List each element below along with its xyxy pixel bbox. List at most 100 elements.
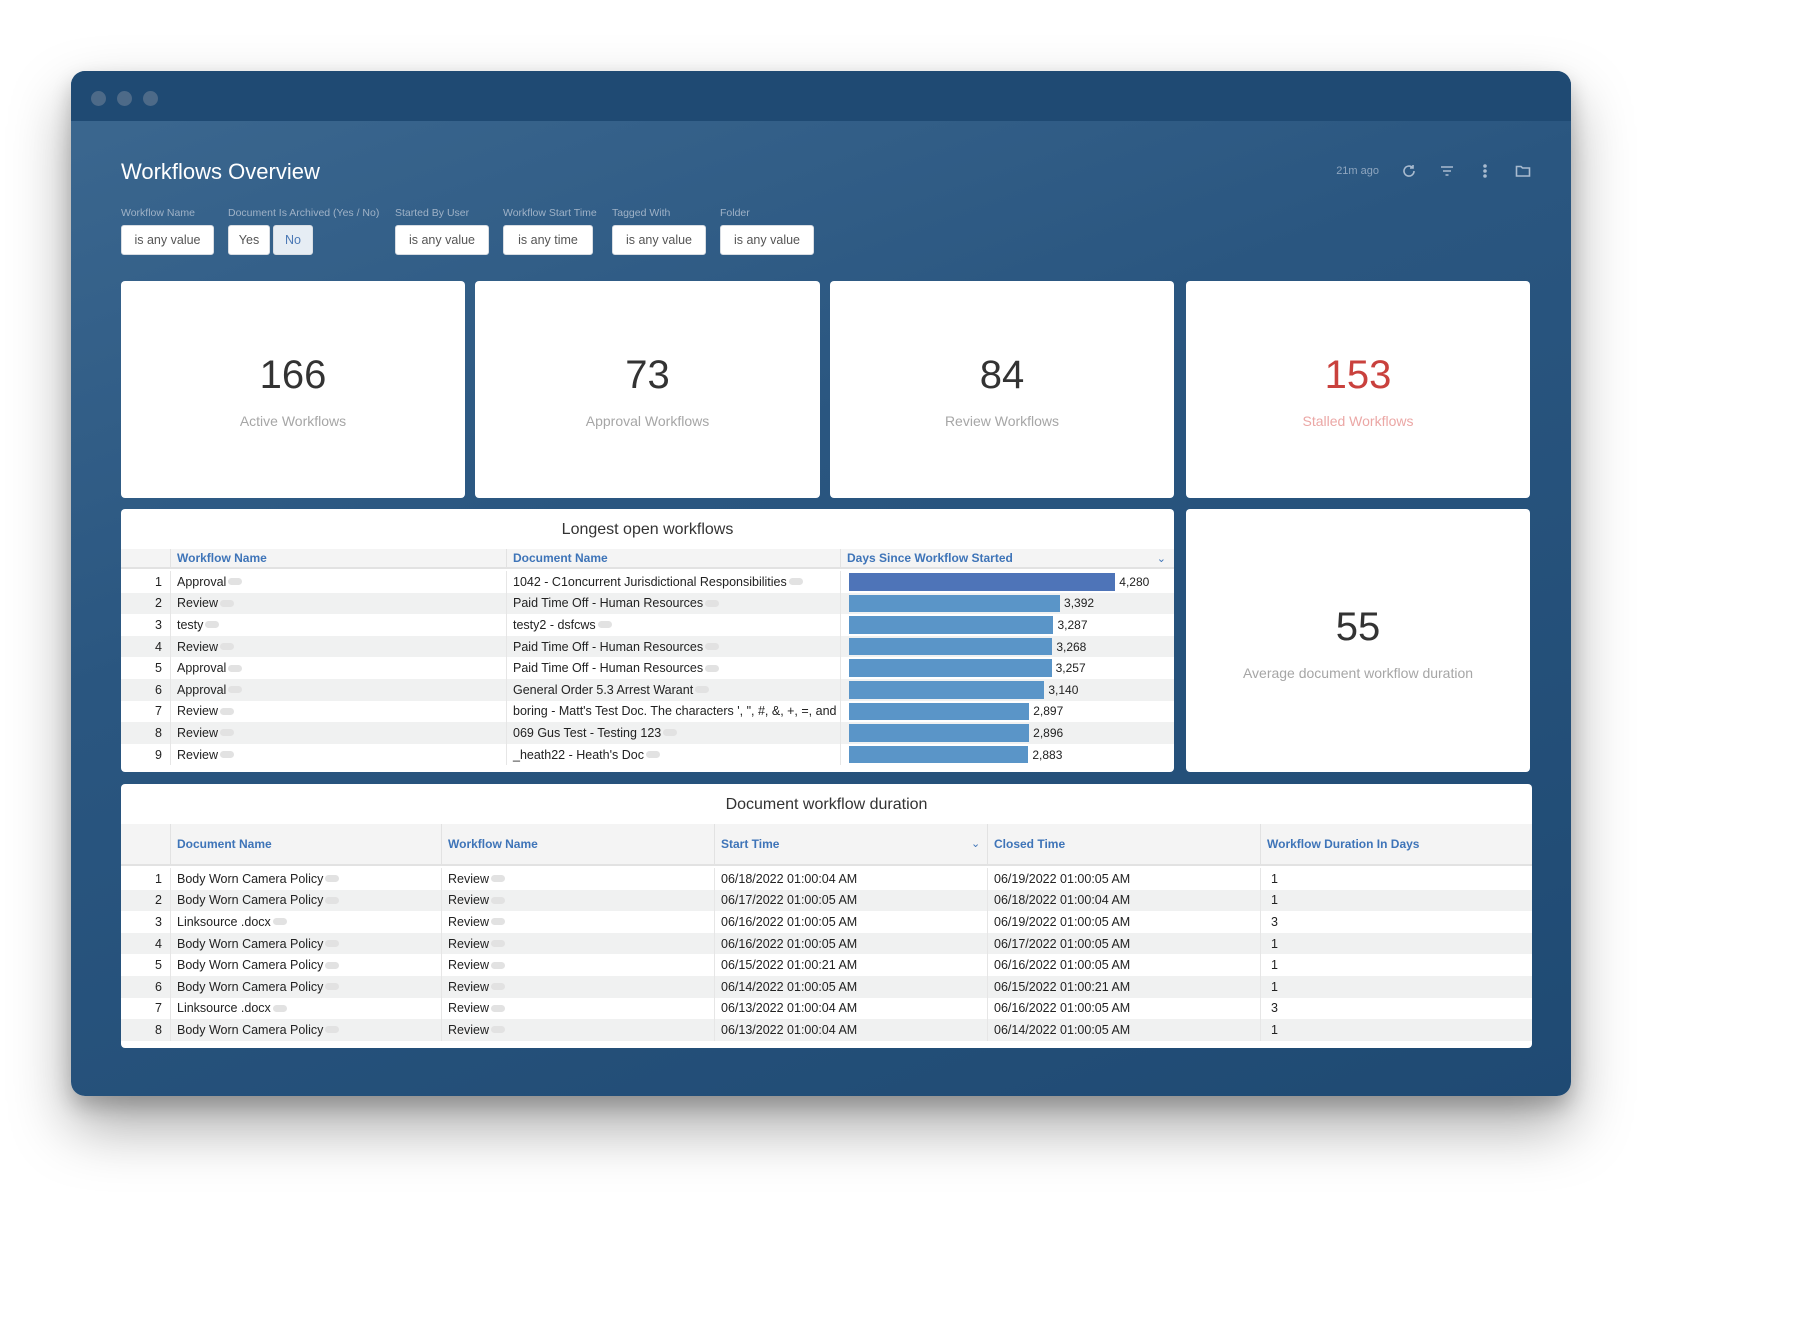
more-options-icon[interactable] [220,643,234,651]
more-options-icon[interactable] [220,707,234,715]
more-options-icon[interactable] [220,729,234,737]
more-options-icon[interactable] [325,940,340,948]
more-options-icon[interactable] [272,918,287,926]
workflow-name-cell-text: Review [177,596,218,611]
more-options-icon[interactable] [491,1004,505,1012]
filter-tagged-with[interactable]: is any value [612,225,706,255]
sort-chevron-down-icon[interactable]: ⌄ [971,837,980,850]
more-options-icon[interactable] [205,621,220,629]
document-name-cell: boring - Matt's Test Doc. The characters… [506,700,840,723]
closed-time-cell: 06/19/2022 01:00:05 AM [987,911,1260,933]
more-options-icon[interactable] [597,621,612,629]
more-options-icon[interactable] [325,875,340,883]
more-options-icon[interactable] [220,599,234,607]
kpi-approval-workflows[interactable]: 73 Approval Workflows [475,281,820,498]
more-options-icon[interactable] [491,983,505,991]
kpi-review-workflows[interactable]: 84 Review Workflows [830,281,1174,498]
table-row[interactable]: 8 Review 069 Gus Test - Testing 123 2,896 [121,722,1174,744]
workflow-name-cell: Review [441,1019,714,1041]
table-row[interactable]: 2 Body Worn Camera Policy Review 06/17/2022… [121,889,1532,912]
column-header-days-since-started[interactable]: Days Since Workflow Started [840,549,1174,567]
table-row[interactable]: 6 Body Worn Camera Policy Review 06/14/2022… [121,976,1532,998]
workflow-name-cell: testy [170,614,506,636]
more-options-icon[interactable] [491,1026,505,1034]
table-header: Document Name Workflow Name Start Time ⌄… [121,824,1532,866]
more-options-icon[interactable] [491,875,505,883]
table-row[interactable]: 7 Linksource .docx Review 06/13/2022 01:00:… [121,997,1532,1020]
table-row[interactable]: 1 Approval 1042 - C1oncurrent Jurisdiction… [121,571,1174,593]
filter-archived-yes[interactable]: Yes [228,225,270,255]
more-options-icon[interactable] [228,664,243,672]
table-row[interactable]: 2 Review Paid Time Off - Human Resources 3,… [121,592,1174,615]
table-row[interactable]: 3 Linksource .docx Review 06/16/2022 01:00:… [121,911,1532,933]
refresh-icon[interactable] [1401,163,1417,179]
more-options-icon[interactable] [705,664,720,672]
kpi-average-duration[interactable]: 55 Average document workflow duration [1186,509,1530,772]
more-options-icon[interactable] [705,643,720,651]
row-number: 6 [121,679,170,701]
column-header-document-name[interactable]: Document Name [506,549,840,567]
start-time-cell: 06/15/2022 01:00:21 AM [714,954,987,976]
table-row[interactable]: 8 Body Worn Camera Policy Review 06/13/2022… [121,1019,1532,1041]
more-options-icon[interactable] [325,896,340,904]
more-options-icon[interactable] [645,751,660,759]
table-row[interactable]: 4 Body Worn Camera Policy Review 06/16/2022… [121,932,1532,955]
kpi-active-workflows[interactable]: 166 Active Workflows [121,281,465,498]
more-options-icon[interactable] [325,983,340,991]
table-row[interactable]: 4 Review Paid Time Off - Human Resources 3,… [121,635,1174,658]
filter-label-workflow-name: Workflow Name [121,207,195,219]
sort-chevron-down-icon[interactable]: ⌄ [1157,552,1166,565]
table-row[interactable]: 1 Body Worn Camera Policy Review 06/18/2022… [121,868,1532,890]
more-options-icon[interactable] [325,1026,340,1034]
column-header-duration-days[interactable]: Workflow Duration In Days [1260,824,1532,864]
column-header-workflow-name[interactable]: Workflow Name [170,549,506,567]
more-options-icon[interactable] [491,961,505,969]
more-vertical-icon[interactable] [1477,163,1493,179]
filter-start-time[interactable]: is any time [503,225,593,255]
table-row[interactable]: 3 testy testy2 - dsfcws 3,287 [121,614,1174,636]
column-header-workflow-name[interactable]: Workflow Name [441,824,714,864]
filter-archived-no[interactable]: No [273,225,313,255]
more-options-icon[interactable] [325,961,340,969]
more-options-icon[interactable] [491,896,505,904]
duration-days-cell: 1 [1260,932,1532,955]
more-options-icon[interactable] [228,578,243,586]
window-maximize-dot[interactable] [143,91,158,106]
filter-folder[interactable]: is any value [720,225,814,255]
document-name-cell: Body Worn Camera Policy [170,868,441,890]
document-name-cell: Linksource .docx [170,997,441,1020]
document-name-cell: 069 Gus Test - Testing 123 [506,722,840,744]
table-row[interactable]: 5 Approval Paid Time Off - Human Resources… [121,657,1174,679]
column-header-document-name[interactable]: Document Name [170,824,441,864]
filter-icon[interactable] [1439,163,1455,179]
more-options-icon[interactable] [272,1004,287,1012]
more-options-icon[interactable] [491,940,505,948]
more-options-icon[interactable] [220,751,234,759]
more-options-icon[interactable] [705,599,720,607]
kpi-stalled-workflows[interactable]: 153 Stalled Workflows [1186,281,1530,498]
filter-workflow-name[interactable]: is any value [121,225,214,255]
more-options-icon[interactable] [695,686,710,694]
table-row[interactable]: 5 Body Worn Camera Policy Review 06/15/2022… [121,954,1532,976]
folder-icon[interactable] [1515,163,1531,179]
table-row[interactable]: 7 Review boring - Matt's Test Doc. The cha… [121,700,1174,723]
window-close-dot[interactable] [91,91,106,106]
table-row[interactable]: 9 Review _heath22 - Heath's Doc 2,883 [121,743,1174,766]
filter-started-by[interactable]: is any value [395,225,489,255]
more-options-icon[interactable] [228,686,243,694]
column-header-start-time[interactable]: Start Time [714,824,987,864]
workflow-name-cell-text: Review [448,1001,489,1016]
closed-time-cell-text: 06/17/2022 01:00:05 AM [994,936,1131,951]
document-name-cell: Body Worn Camera Policy [170,932,441,955]
more-options-icon[interactable] [663,729,678,737]
window-titlebar [71,71,1571,121]
window-minimize-dot[interactable] [117,91,132,106]
more-options-icon[interactable] [491,918,505,926]
closed-time-cell: 06/14/2022 01:00:05 AM [987,1019,1260,1041]
duration-days-cell: 1 [1260,1019,1532,1041]
row-number: 4 [121,933,170,955]
table-row[interactable]: 6 Approval General Order 5.3 Arrest Warant… [121,679,1174,701]
column-header-closed-time[interactable]: Closed Time [987,824,1260,864]
more-options-icon[interactable] [788,578,803,586]
workflow-name-cell: Approval [170,571,506,593]
